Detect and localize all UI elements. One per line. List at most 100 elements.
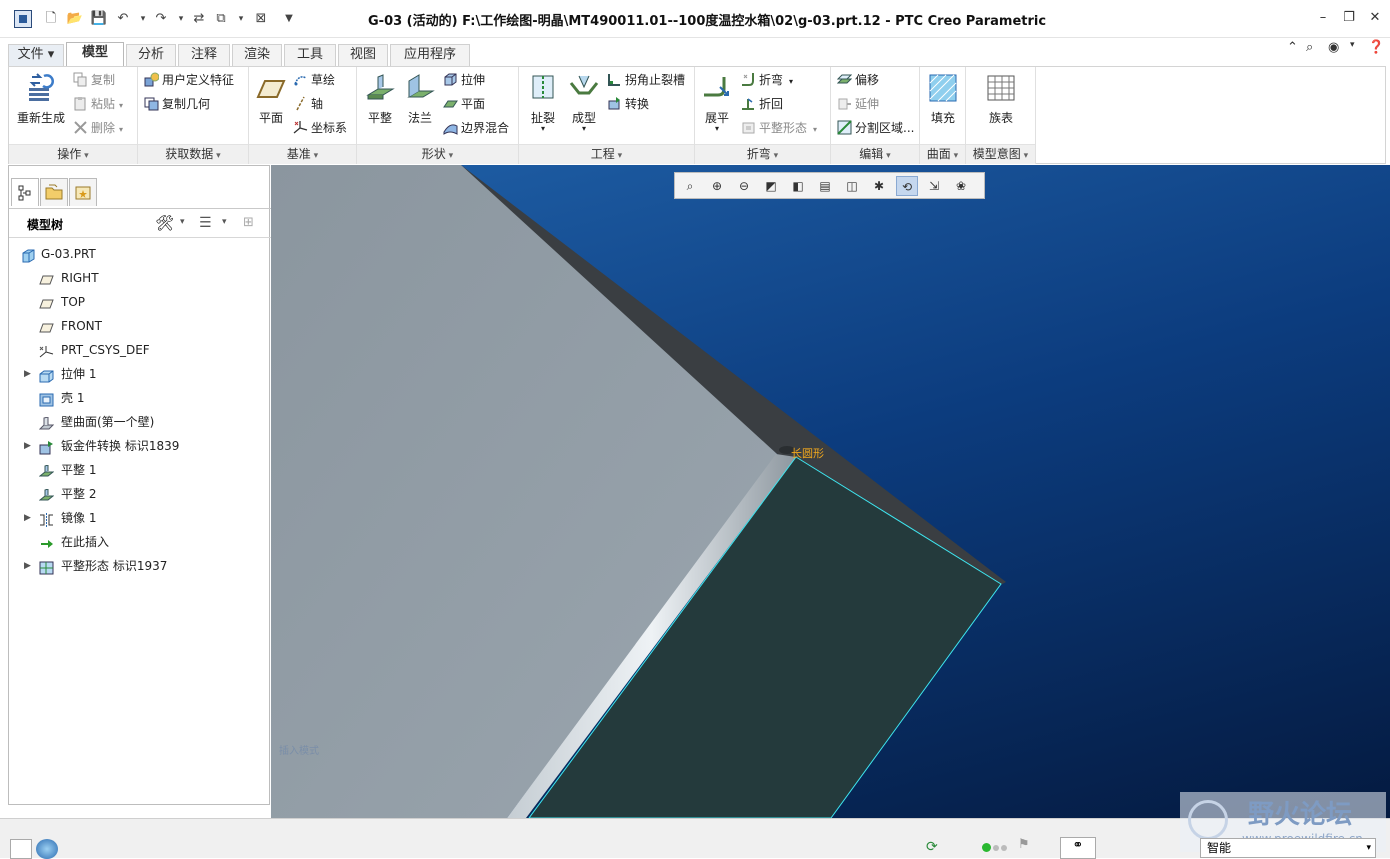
group-operations-label[interactable]: 操作 (9, 144, 137, 164)
community-dropdown-icon[interactable]: ▾ (1350, 40, 1355, 56)
customize-toolbar-icon[interactable]: ▼ (280, 10, 298, 28)
redo-dropdown-icon[interactable]: ▾ (172, 10, 190, 28)
windows-icon[interactable]: ⧉ (212, 10, 230, 28)
group-get-data-label[interactable]: 获取数据 (138, 144, 248, 164)
group-bends-label[interactable]: 折弯 (695, 144, 830, 164)
undo-dropdown-icon[interactable]: ▾ (134, 10, 152, 28)
tree-settings-dropdown-icon[interactable]: ▾ (180, 217, 185, 227)
tree-item[interactable]: ▶ 平整形态 标识1937 (9, 554, 265, 578)
tree-item[interactable]: 平整 2 (9, 482, 265, 506)
tab-file[interactable]: 文件 ▾ (8, 44, 64, 66)
tab-view[interactable]: 视图 (338, 44, 388, 66)
bend-back-button[interactable]: 折回 (741, 94, 783, 114)
offset-button[interactable]: 偏移 (837, 70, 879, 90)
copy-button[interactable]: 复制 (73, 70, 115, 90)
tree-item[interactable]: FRONT (9, 314, 265, 338)
display-style-icon[interactable]: ◧ (787, 176, 809, 196)
saved-orientations-icon[interactable]: ▤ (814, 176, 836, 196)
tab-render[interactable]: 渲染 (232, 44, 282, 66)
copy-geometry-button[interactable]: 复制几何 (144, 94, 210, 114)
tab-annotate[interactable]: 注释 (178, 44, 230, 66)
zoom-out-icon[interactable]: ⊖ (733, 176, 755, 196)
new-file-icon[interactable]: 🗋 (42, 10, 60, 28)
tree-settings-icon[interactable]: 🛠 (155, 214, 174, 232)
expand-arrow-icon[interactable]: ▶ (24, 362, 31, 386)
planar-button[interactable]: 平整 (361, 73, 399, 126)
zoom-in-icon[interactable]: ⊕ (706, 176, 728, 196)
tree-item[interactable]: 壳 1 (9, 386, 265, 410)
show-navigator-icon[interactable] (10, 839, 32, 859)
restore-button[interactable]: ❐ (1338, 10, 1360, 26)
minimize-button[interactable]: – (1312, 10, 1334, 26)
flag-icon[interactable]: ⚑ (1018, 837, 1030, 852)
tree-item[interactable]: ▶ 钣金件转换 标识1839 (9, 434, 265, 458)
tree-item[interactable]: G-03.PRT (9, 242, 265, 266)
appearance-icon[interactable]: ❀ (950, 176, 972, 196)
paste-button[interactable]: 粘贴 ▾ (73, 94, 123, 114)
boundary-blend-button[interactable]: 边界混合 (443, 118, 509, 138)
tree-item[interactable]: TOP (9, 290, 265, 314)
udf-button[interactable]: 用户定义特征 (144, 70, 234, 90)
group-model-intent-label[interactable]: 模型意图 (966, 144, 1035, 164)
unbend-button[interactable]: 展平 ▾ (699, 73, 735, 133)
group-shapes-label[interactable]: 形状 (357, 144, 518, 164)
collapse-ribbon-icon[interactable]: ⌃ (1287, 40, 1298, 56)
tab-tools[interactable]: 工具 (284, 44, 336, 66)
refit-icon[interactable]: ⌕ (679, 176, 701, 196)
tree-item[interactable]: ▶ 拉伸 1 (9, 362, 265, 386)
split-area-button[interactable]: 分割区域... (837, 118, 914, 138)
bend-button[interactable]: 折弯 ▾ (741, 70, 793, 90)
regenerate-button[interactable]: 重新生成 (13, 73, 69, 126)
redo-icon[interactable]: ↷ (152, 10, 170, 28)
axis-button[interactable]: 轴 (293, 94, 323, 114)
tree-item[interactable]: 壁曲面(第一个壁) (9, 410, 265, 434)
browser-icon[interactable] (36, 839, 58, 859)
expand-arrow-icon[interactable]: ▶ (24, 434, 31, 458)
tree-filters-dropdown-icon[interactable]: ▾ (222, 217, 227, 227)
group-datum-label[interactable]: 基准 (249, 144, 356, 164)
sketch-button[interactable]: 草绘 (293, 70, 335, 90)
tab-applications[interactable]: 应用程序 (390, 44, 470, 66)
tree-item[interactable]: 平整 1 (9, 458, 265, 482)
expand-arrow-icon[interactable]: ▶ (24, 554, 31, 578)
repaint-icon[interactable]: ◩ (760, 176, 782, 196)
flange-button[interactable]: 法兰 (401, 73, 439, 126)
close-button[interactable]: ✕ (1364, 10, 1386, 26)
csys-button[interactable]: 坐标系 (293, 118, 347, 138)
view-manager-icon[interactable]: ◫ (841, 176, 863, 196)
extend-button[interactable]: 延伸 (837, 94, 879, 114)
favorites-tab[interactable] (69, 178, 97, 206)
help-icon[interactable]: ❓ (1368, 40, 1384, 56)
regen-status-icon[interactable]: ⟳ (926, 839, 938, 855)
close-window-icon[interactable]: ⊠ (252, 10, 270, 28)
group-editing-label[interactable]: 编辑 (831, 144, 919, 164)
corner-relief-button[interactable]: 拐角止裂槽 (607, 70, 685, 90)
tree-item[interactable]: RIGHT (9, 266, 265, 290)
tree-item[interactable]: PRT_CSYS_DEF (9, 338, 265, 362)
tree-filters-icon[interactable]: ☰ (199, 215, 212, 231)
group-surfaces-label[interactable]: 曲面 (920, 144, 965, 164)
folder-browser-tab[interactable] (40, 178, 68, 206)
delete-button[interactable]: 删除 ▾ (73, 118, 123, 138)
group-engineering-label[interactable]: 工程 (519, 144, 694, 164)
windows-dropdown-icon[interactable]: ▾ (232, 10, 250, 28)
creo-app-icon[interactable] (14, 10, 32, 28)
spin-center-icon[interactable]: ⟲ (896, 176, 918, 196)
annotation-display-icon[interactable]: ⇲ (923, 176, 945, 196)
flat-state-button[interactable]: 平整形态 ▾ (741, 118, 817, 138)
fill-button[interactable]: 填充 (925, 73, 961, 126)
selection-filter-select[interactable]: 智能 ▾ (1200, 838, 1376, 858)
regenerate-quick-icon[interactable]: ⇄ (190, 10, 208, 28)
extrude-button[interactable]: 拉伸 (443, 70, 485, 90)
save-icon[interactable]: 💾 (90, 10, 108, 28)
model-tree-tab[interactable] (11, 178, 39, 206)
expand-arrow-icon[interactable]: ▶ (24, 506, 31, 530)
tab-model[interactable]: 模型 (66, 42, 124, 66)
undo-icon[interactable]: ↶ (114, 10, 132, 28)
tree-columns-icon[interactable]: ⊞ (243, 215, 254, 230)
family-table-button[interactable]: 族表 (982, 73, 1020, 126)
tree-item[interactable]: 在此插入 (9, 530, 265, 554)
ptc-community-icon[interactable]: ◉ (1328, 40, 1339, 56)
tree-item[interactable]: ▶ 镜像 1 (9, 506, 265, 530)
find-binoculars-icon[interactable]: ⚭ (1060, 837, 1096, 859)
